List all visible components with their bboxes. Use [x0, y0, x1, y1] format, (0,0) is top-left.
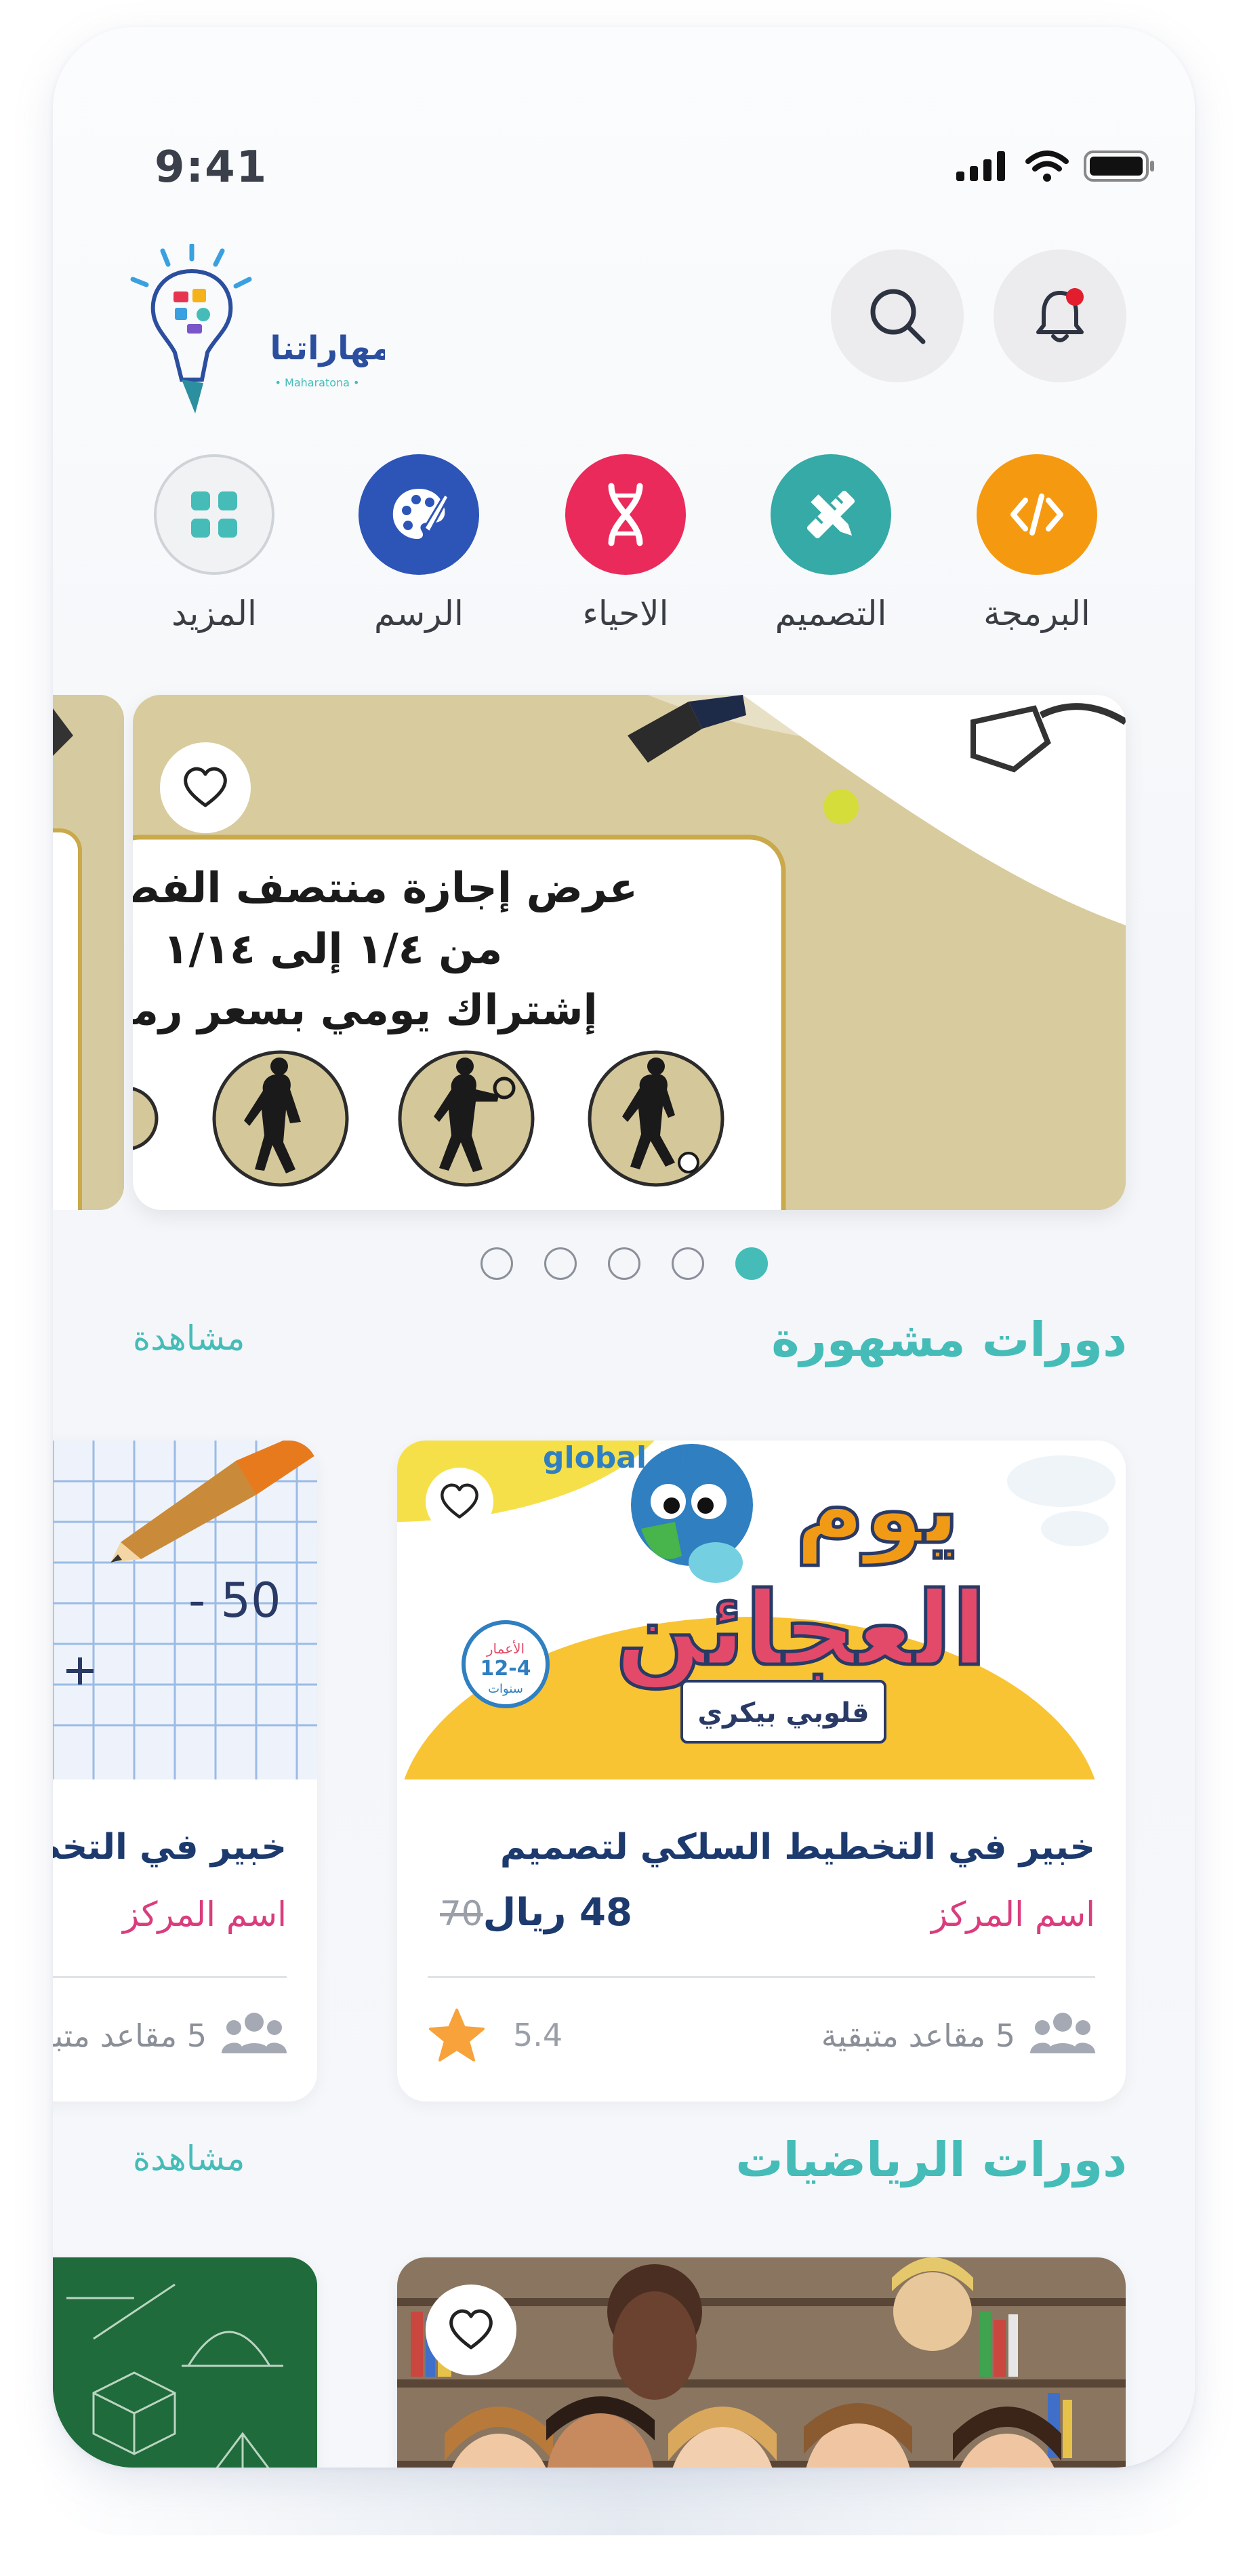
center-name: اسم المركز [931, 1895, 1095, 1934]
favorite-button[interactable] [426, 1468, 493, 1535]
poster-age-range: 12-4 [480, 1657, 531, 1681]
phone-screen: 9:41 مهاراتنا • Maharatona • البرمجة الت… [53, 27, 1195, 2468]
signal-icon [956, 151, 1005, 181]
status-time: 9:41 [155, 142, 268, 193]
banner-line-3: إشتراك يومي بسعر رمزي [133, 985, 598, 1034]
category-label: الاحياء [582, 594, 669, 633]
heart-icon [441, 1483, 478, 1518]
carousel-dot[interactable] [671, 1247, 704, 1280]
banner-text: عرض إجازة منتصف الفصل الدراسي من ١/٤ إلى… [133, 858, 638, 1041]
category-label: المزيد [171, 594, 257, 633]
carousel-dot[interactable] [544, 1247, 577, 1280]
banner-line-2: من ١/٤ إلى ١/١٤ [163, 924, 503, 973]
star-icon [429, 2009, 485, 2061]
view-all-math-link[interactable]: مشاهدة [133, 2139, 245, 2178]
category-programming[interactable]: البرمجة [949, 454, 1125, 633]
bell-icon [1036, 288, 1084, 342]
course-poster: global.ah يوم العجائن قلوبي بيكري الأعما… [397, 1441, 1126, 1779]
seats-remaining: 5 مقاعد متبقية [821, 2010, 1095, 2061]
status-icons [956, 150, 1156, 182]
dna-icon [565, 454, 686, 575]
center-name: اسم المركز [123, 1895, 287, 1934]
favorite-button[interactable] [426, 2285, 516, 2375]
poster-title-top: يوم [795, 1455, 960, 1566]
logo-text: مهاراتنا [270, 329, 385, 367]
palette-icon [359, 454, 479, 575]
seats-remaining: 5 مقاعد متبقية [53, 2010, 287, 2061]
category-drawing[interactable]: الرسم [331, 454, 507, 633]
course-card[interactable] [53, 2257, 317, 2468]
category-biology[interactable]: الاحياء [537, 454, 714, 633]
course-rating: 5.4 [428, 2007, 563, 2063]
view-all-popular-link[interactable]: مشاهدة [133, 1319, 245, 1358]
poster-subtitle: قلوبي بيكري [697, 1697, 869, 1729]
search-button[interactable] [831, 249, 964, 382]
banner-line-1: عرض إجازة منتصف الفصل الدراسي [133, 863, 638, 912]
course-card[interactable]: global.ah يوم العجائن قلوبي بيكري الأعما… [397, 1441, 1126, 2101]
section-title-math: دورات الرياضيات [735, 2132, 1127, 2188]
carousel-dot-active[interactable] [735, 1247, 768, 1280]
category-more[interactable]: المزيد [126, 454, 302, 633]
course-title: خبير في التخطيط [53, 1827, 287, 1868]
heart-icon [184, 767, 227, 807]
promo-banner[interactable]: عرض إجازة منتصف الفصل الدراسي من ١/٤ إلى… [133, 695, 1126, 1210]
app-logo: مهاراتنا • Maharatona • [127, 243, 392, 420]
status-bar: 9:41 [53, 27, 1195, 193]
poster-age-unit: سنوات [488, 1682, 523, 1696]
poster-age-label: الأعمار [486, 1641, 525, 1657]
wifi-icon [1025, 150, 1069, 182]
course-poster [53, 2257, 317, 2468]
notifications-button[interactable] [994, 249, 1126, 382]
carousel-dots [480, 1247, 768, 1280]
old-price: 70 [440, 1894, 483, 1933]
banner-previous-slide[interactable] [53, 695, 124, 1210]
grid-icon [154, 454, 274, 575]
course-poster [397, 2257, 1126, 2468]
poster-brand: global.ah [543, 1441, 699, 1475]
category-label: الرسم [374, 594, 464, 633]
rating-value: 5.4 [513, 2017, 563, 2053]
card-divider [428, 1976, 1095, 1978]
poster-numbers: - 50 [188, 1573, 281, 1628]
poster-title-bottom: العجائن [615, 1571, 987, 1689]
logo-graphic: مهاراتنا • Maharatona • [130, 243, 392, 414]
carousel-dot[interactable] [607, 1247, 640, 1280]
category-list: البرمجة التصميم الاحياء الرسم المزيد [53, 454, 1195, 678]
group-icon [222, 2013, 287, 2053]
card-divider [53, 1976, 287, 1978]
group-icon [1030, 2013, 1095, 2053]
course-title: خبير في التخطيط السلكي لتصميم [499, 1827, 1095, 1868]
category-design[interactable]: التصميم [743, 454, 919, 633]
current-price: 48 ريال [483, 1891, 632, 1935]
course-card[interactable]: - 50 خبير في التخطيط اسم المركز 5 مقاعد … [53, 1441, 317, 2101]
category-label: التصميم [775, 594, 887, 633]
section-title-popular: دورات مشهورة [771, 1312, 1127, 1367]
seats-text: 5 مقاعد متبقية [821, 2017, 1015, 2054]
design-tools-icon [771, 454, 891, 575]
battery-icon [1084, 150, 1154, 182]
heart-icon [449, 2309, 493, 2350]
course-poster: - 50 [53, 1441, 317, 1779]
course-price: 48 ريال70 [428, 1891, 632, 1935]
favorite-button[interactable] [160, 742, 251, 833]
category-label: البرمجة [983, 594, 1090, 633]
logo-subtext: • Maharatona • [275, 376, 360, 389]
search-icon [870, 289, 926, 344]
code-icon [977, 454, 1097, 575]
carousel-indicator [53, 1247, 1195, 1280]
seats-text: 5 مقاعد متبقية [53, 2017, 207, 2054]
course-card[interactable] [397, 2257, 1126, 2468]
carousel-dot[interactable] [480, 1247, 513, 1280]
